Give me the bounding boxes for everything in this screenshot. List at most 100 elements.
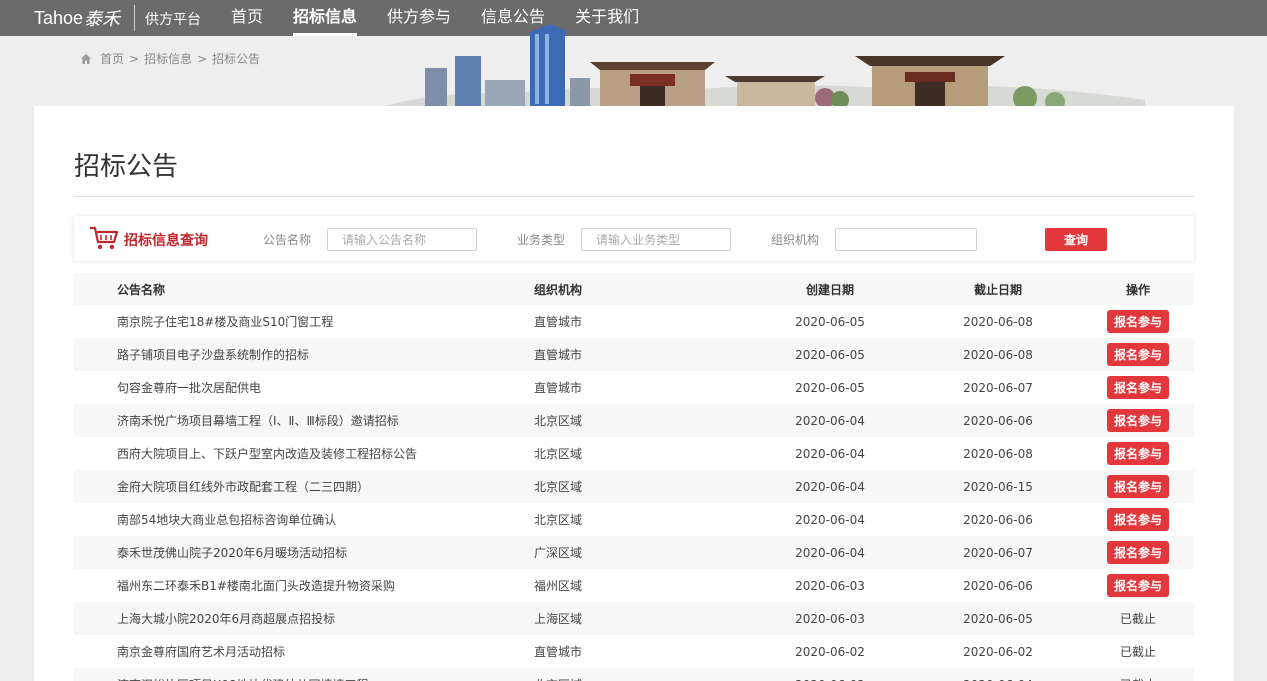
logo-divider	[134, 5, 135, 31]
notice-name-cell[interactable]: 泰禾世茂佛山院子2020年6月暖场活动招标	[117, 536, 347, 569]
action-cell: 已截止	[1104, 668, 1172, 681]
created-date-cell: 2020-06-04	[795, 479, 865, 494]
deadline-date-cell: 2020-06-06	[963, 578, 1033, 593]
notice-name-input[interactable]	[327, 228, 477, 251]
organization-cell: 北京区域	[534, 668, 582, 681]
home-icon	[81, 53, 91, 64]
nav-bidding-info[interactable]: 招标信息	[293, 0, 358, 36]
notice-name-cell[interactable]: 济南禾悦广场项目幕墙工程（Ⅰ、Ⅱ、Ⅲ标段）邀请招标	[117, 404, 399, 437]
organization-label: 组织机构	[771, 233, 820, 247]
notice-name-cell[interactable]: 金府大院项目红线外市政配套工程（二三四期）	[117, 470, 369, 503]
title-divider	[74, 196, 1194, 197]
organization-cell: 直管城市	[534, 315, 583, 329]
breadcrumb-current: 招标公告	[212, 52, 261, 66]
created-date-cell: 2020-06-05	[795, 347, 865, 362]
notice-name-cell[interactable]: 福州东二环泰禾B1#楼南北面门头改造提升物资采购	[117, 569, 395, 602]
created-date-cell: 2020-06-02	[774, 668, 886, 681]
table-row: 济南汉峪片区项目X08地块代建幼儿园墙墙工程 北京区域 2020-06-02 2020…	[74, 668, 1194, 681]
action-cell: 报名参与	[1104, 305, 1172, 338]
action-cell: 报名参与	[1104, 569, 1172, 602]
closed-status-text: 已截止	[1119, 612, 1156, 626]
shopping-cart-icon	[90, 226, 119, 250]
column-header-created: 创建日期	[805, 282, 854, 297]
organization-cell: 北京区域	[534, 480, 583, 494]
notice-name-cell[interactable]: 南部54地块大商业总包招标咨询单位确认	[117, 503, 336, 536]
notice-name-cell[interactable]: 句容金尊府一批次居配供电	[117, 371, 261, 404]
table-row: 路子铺项目电子沙盘系统制作的招标 直管城市 2020-06-05 2020-06-08…	[74, 338, 1194, 371]
action-cell: 报名参与	[1104, 536, 1172, 569]
action-cell: 报名参与	[1104, 503, 1172, 536]
register-participate-button[interactable]: 报名参与	[1107, 442, 1169, 465]
deadline-date-cell: 2020-06-04	[942, 668, 1054, 681]
deadline-date-cell: 2020-06-08	[963, 446, 1033, 461]
banner-buildings-illustration	[385, 24, 1145, 106]
search-panel: 招标信息查询 公告名称 业务类型 组织机构 查询	[74, 216, 1194, 261]
content-card: 招标公告 招标信息查询 公告名称 业务类型 组织机构 查询 公告名称 组织机构 …	[34, 106, 1234, 681]
deadline-date-cell: 2020-06-07	[963, 380, 1033, 395]
column-header-action: 操作	[1125, 282, 1150, 297]
notice-name-label: 公告名称	[263, 233, 312, 247]
page-title: 招标公告	[74, 152, 179, 182]
deadline-date-cell: 2020-06-02	[963, 644, 1033, 659]
table-row: 济南禾悦广场项目幕墙工程（Ⅰ、Ⅱ、Ⅲ标段）邀请招标 北京区域 2020-06-04 2…	[74, 404, 1194, 437]
notice-name-cell[interactable]: 上海大城小院2020年6月商超展点招投标	[117, 602, 335, 635]
closed-status-text: 已截止	[1120, 676, 1156, 681]
table-row: 泰禾世茂佛山院子2020年6月暖场活动招标 广深区域 2020-06-04 2020-…	[74, 536, 1194, 569]
created-date-cell: 2020-06-04	[795, 545, 865, 560]
created-date-cell: 2020-06-03	[795, 578, 865, 593]
column-header-org: 组织机构	[534, 282, 583, 297]
register-participate-button[interactable]: 报名参与	[1107, 409, 1169, 432]
table-row: 上海大城小院2020年6月商超展点招投标 上海区域 2020-06-03 2020-0…	[74, 602, 1194, 635]
notice-name-cell[interactable]: 南京院子住宅18#楼及商业S10门窗工程	[117, 305, 333, 338]
organization-cell: 直管城市	[534, 381, 583, 395]
created-date-cell: 2020-06-02	[795, 644, 865, 659]
organization-cell: 直管城市	[534, 348, 583, 362]
table-row: 句容金尊府一批次居配供电 直管城市 2020-06-05 2020-06-07 报名参与	[74, 371, 1194, 404]
register-participate-button[interactable]: 报名参与	[1107, 376, 1169, 399]
notice-name-cell[interactable]: 济南汉峪片区项目X08地块代建幼儿园墙墙工程	[117, 668, 369, 681]
logo-text: Tahoe	[34, 7, 84, 28]
notice-name-cell[interactable]: 南京金尊府国府艺术月活动招标	[117, 635, 285, 668]
breadcrumb: 首页 > 招标信息 > 招标公告	[80, 50, 260, 67]
deadline-date-cell: 2020-06-05	[963, 611, 1033, 626]
notice-name-cell[interactable]: 路子铺项目电子沙盘系统制作的招标	[117, 338, 309, 371]
business-type-label: 业务类型	[517, 233, 566, 247]
register-participate-button[interactable]: 报名参与	[1107, 574, 1169, 597]
table-row: 南部54地块大商业总包招标咨询单位确认 北京区域 2020-06-04 2020-06…	[74, 503, 1194, 536]
tahoe-logo[interactable]: Tahoe 泰禾	[34, 6, 121, 31]
breadcrumb-home[interactable]: 首页	[100, 50, 124, 67]
platform-label: 供方平台	[145, 12, 201, 28]
organization-cell: 上海区域	[534, 612, 583, 626]
organization-input[interactable]	[835, 228, 977, 251]
table-header: 公告名称 组织机构 创建日期 截止日期 操作	[74, 273, 1194, 305]
column-header-deadline: 截止日期	[973, 282, 1022, 297]
created-date-cell: 2020-06-04	[795, 446, 865, 461]
deadline-date-cell: 2020-06-06	[963, 512, 1033, 527]
created-date-cell: 2020-06-05	[795, 380, 865, 395]
action-cell: 报名参与	[1104, 371, 1172, 404]
action-cell: 已截止	[1104, 602, 1172, 635]
action-cell: 报名参与	[1104, 404, 1172, 437]
notice-name-cell[interactable]: 西府大院项目上、下跃户型室内改造及装修工程招标公告	[117, 437, 417, 470]
register-participate-button[interactable]: 报名参与	[1107, 541, 1169, 564]
register-participate-button[interactable]: 报名参与	[1107, 343, 1169, 366]
deadline-date-cell: 2020-06-08	[963, 314, 1033, 329]
nav-home[interactable]: 首页	[231, 0, 263, 36]
register-participate-button[interactable]: 报名参与	[1107, 508, 1169, 531]
deadline-date-cell: 2020-06-08	[963, 347, 1033, 362]
organization-cell: 福州区域	[534, 579, 583, 593]
created-date-cell: 2020-06-04	[795, 413, 865, 428]
breadcrumb-bidding-info[interactable]: 招标信息	[144, 50, 192, 67]
query-button[interactable]: 查询	[1045, 228, 1107, 251]
action-cell: 报名参与	[1104, 437, 1172, 470]
organization-cell: 北京区域	[534, 414, 583, 428]
organization-cell: 广深区域	[534, 546, 583, 560]
action-cell: 报名参与	[1104, 470, 1172, 503]
register-participate-button[interactable]: 报名参与	[1107, 310, 1169, 333]
business-type-input[interactable]	[581, 228, 731, 251]
register-participate-button[interactable]: 报名参与	[1107, 475, 1169, 498]
logo-cn-text: 泰禾	[84, 9, 121, 30]
deadline-date-cell: 2020-06-15	[963, 479, 1033, 494]
breadcrumb-separator: >	[129, 51, 140, 66]
table-row: 西府大院项目上、下跃户型室内改造及装修工程招标公告 北京区域 2020-06-04 2…	[74, 437, 1194, 470]
